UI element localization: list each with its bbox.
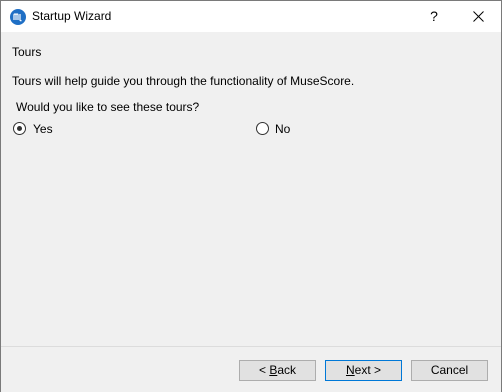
back-label: ack <box>277 363 297 377</box>
tours-question: Would you like to see these tours? <box>16 100 200 114</box>
wizard-page: Tours Tours will help guide you through … <box>1 32 501 346</box>
help-button[interactable]: ? <box>413 1 455 32</box>
next-label: ext > <box>354 363 382 377</box>
close-button[interactable] <box>455 1 501 32</box>
button-bar: < Back Next > Cancel <box>1 346 501 392</box>
cancel-button[interactable]: Cancel <box>411 360 488 381</box>
musescore-logo-icon <box>10 9 26 25</box>
radio-no-label[interactable]: No <box>275 122 290 136</box>
window-title: Startup Wizard <box>32 9 112 23</box>
startup-wizard-window: Startup Wizard ? Tours Tours will help g… <box>0 0 502 392</box>
back-button[interactable]: < Back <box>239 360 316 381</box>
title-bar[interactable]: Startup Wizard ? <box>1 1 501 32</box>
next-button[interactable]: Next > <box>325 360 402 381</box>
page-description: Tours will help guide you through the fu… <box>12 74 355 88</box>
radio-yes-label[interactable]: Yes <box>33 122 53 136</box>
radio-yes[interactable] <box>13 122 26 135</box>
page-title: Tours <box>12 45 42 59</box>
radio-no[interactable] <box>256 122 269 135</box>
next-mnemonic: N <box>345 363 355 377</box>
close-icon <box>473 11 484 22</box>
